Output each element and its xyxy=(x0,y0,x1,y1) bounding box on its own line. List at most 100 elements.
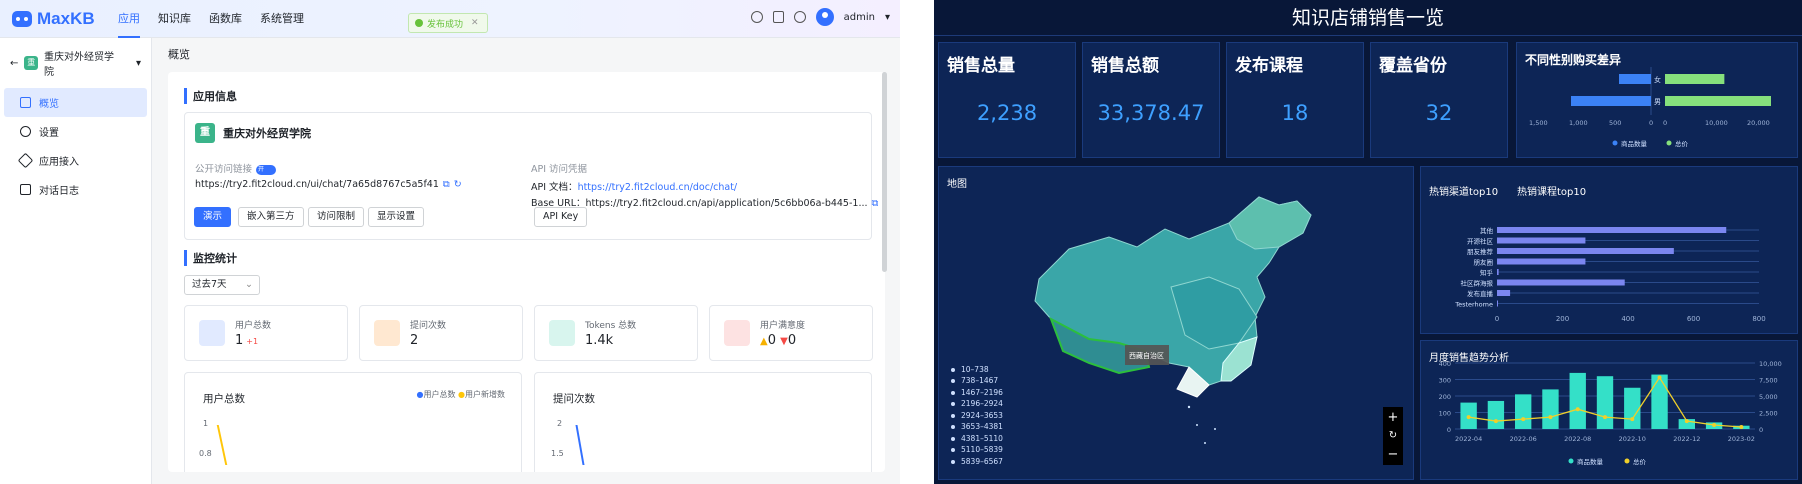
stat-value: 1.4k xyxy=(585,333,614,348)
back-arrow-icon[interactable]: ← xyxy=(10,58,18,69)
tick-label: 2022-08 xyxy=(1564,435,1591,443)
category-label: 女 xyxy=(1654,75,1661,84)
legend-marker xyxy=(1666,140,1672,146)
refresh-icon[interactable]: ↻ xyxy=(454,179,462,190)
github-icon[interactable] xyxy=(750,11,763,23)
dashboard-title: 知识店铺销售一览 xyxy=(934,0,1802,36)
public-link-label: 公开访问链接开 xyxy=(195,161,277,175)
map-region xyxy=(1228,196,1312,250)
thumb-up-icon: ▲ xyxy=(760,336,768,347)
tick-label: 2 xyxy=(557,419,563,428)
nav-knowledge[interactable]: 知识库 xyxy=(158,0,191,38)
app-name: 重庆对外经贸学院 xyxy=(223,127,311,140)
monthly-chart: 400 10,000 300 7,500 200 5,000 100 2,500 0 0 2022-… xyxy=(1439,360,1782,466)
stat-label: 用户满意度 xyxy=(760,321,806,331)
tick-label: 500 xyxy=(1609,119,1621,127)
bar xyxy=(1497,258,1586,265)
close-icon[interactable]: ✕ xyxy=(471,18,479,28)
kpi-provinces: 覆盖省份 32 xyxy=(1370,42,1508,158)
display-settings-button[interactable]: 显示设置 xyxy=(368,207,425,227)
page-title: 概览 xyxy=(168,48,190,61)
stat-label: 提问次数 xyxy=(410,321,447,331)
channel-panel: 热销渠道top10 热销课程top10 其他 开源社区 朋友推荐 朋友圈 知乎 社区群海报… xyxy=(1420,166,1798,334)
cube-icon xyxy=(17,152,34,169)
kpi-label: 销售总额 xyxy=(1091,56,1159,76)
bar xyxy=(1497,290,1511,296)
map-island xyxy=(1187,405,1191,409)
legend-item: 5110–5839 xyxy=(951,444,1003,456)
tick-label: 7,500 xyxy=(1759,377,1778,385)
tick-label: 0 xyxy=(1759,426,1763,434)
document-icon[interactable] xyxy=(772,11,784,23)
access-limit-button[interactable]: 访问限制 xyxy=(308,207,365,227)
tick-label: 2022-06 xyxy=(1510,435,1537,443)
bar xyxy=(1651,374,1668,429)
legend-marker xyxy=(1624,458,1630,464)
tick-label: 400 xyxy=(1439,360,1451,368)
overview-card: 应用信息 重重庆对外经贸学院 公开访问链接开 https://try2.fit2… xyxy=(168,72,885,472)
tick-label: 600 xyxy=(1687,315,1700,323)
demo-button[interactable]: 演示 xyxy=(194,207,232,227)
sidebar-item-access[interactable]: 应用接入 xyxy=(4,146,147,175)
tick-label: 400 xyxy=(1621,315,1634,323)
api-key-button[interactable]: API Key xyxy=(534,207,588,227)
map-panel: 地图 西藏自治区 10–738 738–1467 1467–2196 2196–… xyxy=(938,166,1414,480)
bar xyxy=(1515,394,1532,429)
tick-label: 300 xyxy=(1439,377,1451,385)
api-doc: API 文档：https://try2.fit2cloud.cn/doc/cha… xyxy=(531,182,738,193)
period-select[interactable]: 过去7天 ⌄ xyxy=(184,275,260,295)
tick-label: 1.5 xyxy=(551,449,564,458)
sidebar-item-label: 设置 xyxy=(39,128,59,139)
bar xyxy=(1487,400,1505,429)
legend-item: 2924–3653 xyxy=(951,410,1003,422)
legend-item: 5839–6567 xyxy=(951,456,1003,468)
legend-label: 总价 xyxy=(1633,457,1647,466)
zoom-in-icon[interactable]: + xyxy=(1388,410,1399,425)
check-circle-icon xyxy=(415,19,423,27)
app-icon: 重 xyxy=(24,56,39,70)
kpi-value: 18 xyxy=(1281,101,1309,125)
copy-icon[interactable]: ⧉ xyxy=(872,198,879,209)
chart-title: 用户总数 xyxy=(203,393,245,405)
sidebar-item-logs[interactable]: 对话日志 xyxy=(4,175,147,204)
avatar[interactable] xyxy=(815,8,834,26)
sidebar-item-settings[interactable]: 设置 xyxy=(4,117,147,146)
gear-icon xyxy=(20,126,31,137)
sidebar-item-overview[interactable]: 概览 xyxy=(4,88,147,117)
category-label: 其他 xyxy=(1480,226,1494,235)
nav-system[interactable]: 系统管理 xyxy=(260,0,304,38)
copy-icon[interactable]: ⧉ xyxy=(443,179,450,190)
public-toggle[interactable]: 开 xyxy=(256,164,277,175)
app-selector[interactable]: ← 重重庆对外经贸学院 ▾ xyxy=(0,38,151,88)
app-selector-name: 重庆对外经贸学院 xyxy=(44,52,115,78)
scrollbar[interactable] xyxy=(882,72,887,272)
kpi-total-qty: 销售总量 2,238 xyxy=(938,42,1076,158)
user-icon xyxy=(199,320,225,346)
nav-functions[interactable]: 函数库 xyxy=(209,0,242,38)
bar xyxy=(1497,227,1727,233)
help-icon[interactable] xyxy=(793,11,806,23)
bar xyxy=(1497,248,1674,254)
nav-apps[interactable]: 应用 xyxy=(118,0,140,38)
stat-value: 1 +1 xyxy=(235,333,259,348)
chart-legend: ●用户总数 ●用户新增数 xyxy=(416,390,505,399)
brand-logo[interactable]: MaxKB xyxy=(12,9,95,29)
bar xyxy=(1665,74,1725,84)
zoom-out-icon[interactable]: − xyxy=(1388,447,1399,462)
category-label: 男 xyxy=(1654,98,1661,106)
stat-value: ▲0 ▼0 xyxy=(760,333,797,348)
legend-label: 总价 xyxy=(1675,139,1689,148)
api-doc-link[interactable]: https://try2.fit2cloud.cn/doc/chat/ xyxy=(578,182,738,193)
tick-label: 2,500 xyxy=(1759,410,1778,418)
bar xyxy=(1497,300,1498,307)
series-line xyxy=(216,425,227,465)
tick-label: 2022-04 xyxy=(1455,435,1482,443)
legend-item: 1467–2196 xyxy=(951,387,1003,399)
robot-icon xyxy=(12,11,32,27)
chevron-down-icon[interactable]: ▾ xyxy=(885,12,890,23)
reset-icon[interactable]: ↻ xyxy=(1389,430,1397,441)
kpi-courses: 发布课程 18 xyxy=(1226,42,1364,158)
tick-label: 20,000 xyxy=(1747,119,1770,127)
embed-button[interactable]: 嵌入第三方 xyxy=(238,207,304,227)
user-name[interactable]: admin xyxy=(844,12,875,23)
